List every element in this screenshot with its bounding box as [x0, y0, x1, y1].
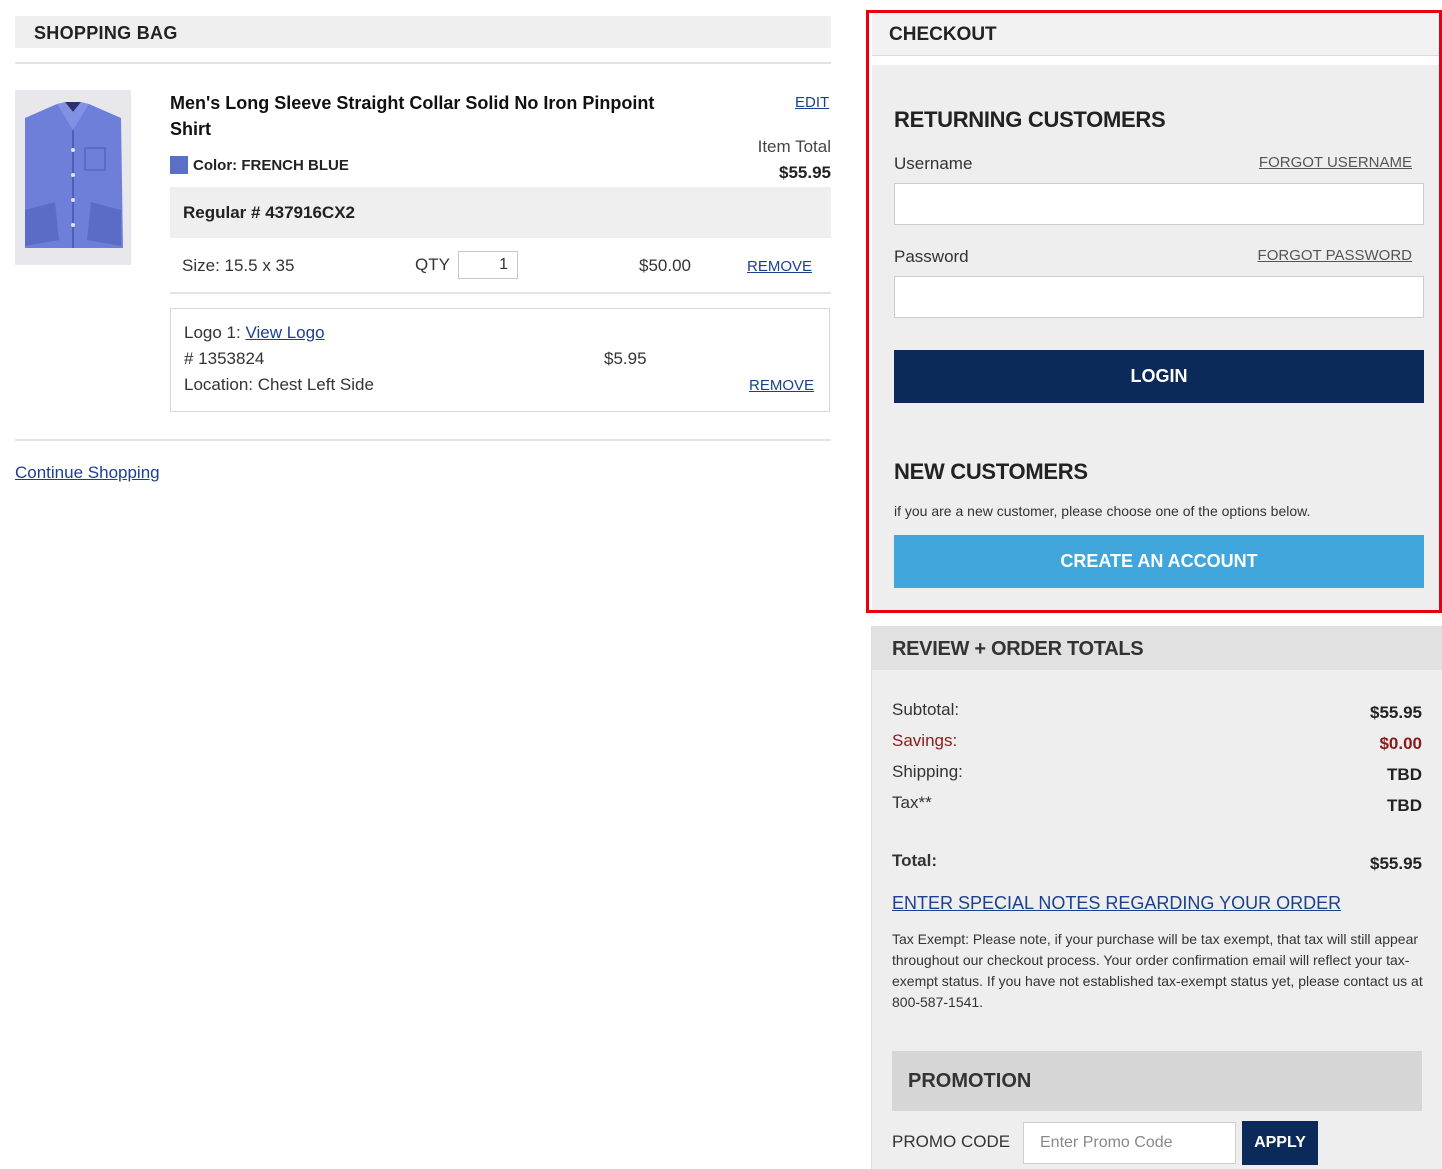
color-swatch [170, 156, 188, 174]
logo-location: Location: Chest Left Side [184, 375, 374, 394]
remove-item-link[interactable]: REMOVE [747, 258, 812, 275]
logo-label: Logo 1: View Logo [184, 323, 325, 343]
item-total-label: Item Total [757, 137, 831, 156]
checkout-panel-highlight: CHECKOUT RETURNING CUSTOMERS Username FO… [866, 10, 1442, 613]
subtotal-value: $55.95 [1370, 703, 1422, 722]
tax-exempt-note: Tax Exempt: Please note, if your purchas… [892, 931, 1423, 1010]
promo-code-label: PROMO CODE [892, 1132, 1011, 1151]
forgot-password-link[interactable]: FORGOT PASSWORD [1258, 247, 1412, 264]
username-input[interactable] [894, 183, 1424, 225]
password-label: Password [894, 247, 969, 266]
create-account-button[interactable]: CREATE AN ACCOUNT [894, 535, 1424, 588]
item-price: $50.00 [639, 256, 691, 275]
subtotal-label: Subtotal: [892, 700, 960, 719]
shirt-illustration [15, 90, 131, 265]
login-button[interactable]: LOGIN [894, 350, 1424, 403]
promotion-header: PROMOTION [892, 1051, 1422, 1111]
total-value: $55.95 [1370, 854, 1422, 873]
qty-label: QTY [415, 255, 450, 274]
product-image-shirt[interactable] [15, 90, 131, 265]
edit-link[interactable]: EDIT [795, 94, 829, 111]
continue-shopping-link[interactable]: Continue Shopping [15, 463, 160, 483]
new-customers-description: if you are a new customer, please choose… [894, 503, 1311, 519]
savings-value: $0.00 [1379, 734, 1422, 753]
savings-label: Savings: [892, 731, 958, 750]
divider [170, 292, 831, 294]
shopping-bag-header: SHOPPING BAG [15, 16, 831, 48]
remove-logo-link[interactable]: REMOVE [749, 377, 814, 394]
product-name[interactable]: Men's Long Sleeve Straight Collar Solid … [170, 90, 690, 142]
forgot-username-link[interactable]: FORGOT USERNAME [1259, 154, 1412, 171]
total-label: Total: [892, 851, 938, 870]
special-notes-link[interactable]: ENTER SPECIAL NOTES REGARDING YOUR ORDER [892, 893, 1341, 914]
qty-input[interactable] [458, 251, 518, 279]
view-logo-link[interactable]: View Logo [245, 323, 324, 342]
logo-number: # 1353824 [184, 349, 265, 368]
tax-label: Tax** [892, 793, 932, 812]
order-totals-panel: REVIEW + ORDER TOTALS Subtotal: $55.95 S… [871, 626, 1442, 1169]
shipping-value: TBD [1387, 765, 1422, 784]
tax-value: TBD [1387, 796, 1422, 815]
apply-button[interactable]: APPLY [1242, 1121, 1318, 1165]
new-customers-title: NEW CUSTOMERS [894, 459, 1088, 484]
order-totals-title: REVIEW + ORDER TOTALS [892, 638, 1144, 660]
checkout-title: CHECKOUT [889, 24, 997, 45]
order-totals-header: REVIEW + ORDER TOTALS [872, 626, 1442, 670]
returning-customers-title: RETURNING CUSTOMERS [894, 107, 1166, 132]
username-label: Username [894, 154, 973, 173]
divider [15, 439, 831, 441]
password-input[interactable] [894, 276, 1424, 318]
checkout-header: CHECKOUT [872, 13, 1439, 56]
shipping-label: Shipping: [892, 762, 963, 781]
color-label: Color: FRENCH BLUE [193, 157, 349, 174]
checkout-panel: CHECKOUT RETURNING CUSTOMERS Username FO… [872, 13, 1439, 610]
promotion-title: PROMOTION [908, 1070, 1032, 1092]
divider [15, 62, 831, 64]
regular-item-number: Regular # 437916CX2 [183, 203, 355, 222]
shopping-bag-title: SHOPPING BAG [34, 23, 178, 43]
logo-label-text: Logo 1: [184, 323, 246, 342]
item-total-value: $55.95 [779, 163, 831, 182]
checkout-body: RETURNING CUSTOMERS Username FORGOT USER… [872, 65, 1439, 610]
logo-price: $5.95 [604, 349, 647, 368]
size-label: Size: 15.5 x 35 [182, 256, 295, 275]
regular-item-bar: Regular # 437916CX2 [170, 187, 831, 238]
promo-code-input[interactable] [1023, 1122, 1236, 1164]
